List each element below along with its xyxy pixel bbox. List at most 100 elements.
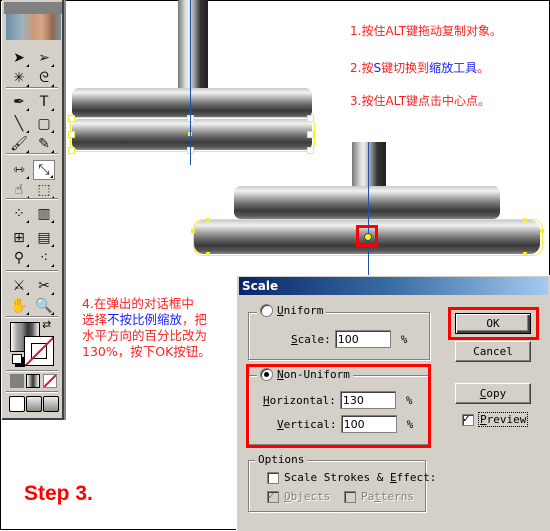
selection-handle[interactable] bbox=[191, 229, 195, 233]
instruction-step-1: 1.按住ALT键拖动复制对象。 bbox=[350, 24, 503, 38]
column-graph-icon: ▥ bbox=[37, 206, 51, 222]
selection-handle[interactable] bbox=[540, 229, 544, 233]
objects-check[interactable] bbox=[267, 489, 279, 503]
blend-tool[interactable]: ⁖ bbox=[33, 248, 55, 268]
selection-handle[interactable] bbox=[68, 115, 75, 122]
scale-unit: % bbox=[400, 332, 408, 346]
dialog-title-bar[interactable]: Scale bbox=[239, 277, 548, 295]
reflect-icon: ⇿ bbox=[13, 162, 25, 178]
zoom-tool[interactable]: 🔍 bbox=[33, 296, 55, 316]
warp-icon: ☝ bbox=[14, 182, 24, 198]
hand-tool[interactable]: ✋ bbox=[8, 296, 30, 316]
pencil-icon: ✎ bbox=[38, 136, 50, 152]
pen-icon: ✒ bbox=[13, 94, 25, 110]
selection-handle[interactable] bbox=[206, 218, 210, 222]
warp-tool[interactable]: ☝ bbox=[8, 180, 30, 200]
blend-icon: ⁖ bbox=[39, 250, 49, 266]
preview-check[interactable] bbox=[462, 412, 474, 426]
scale-input[interactable]: 100 bbox=[334, 330, 391, 348]
lasso-tool[interactable]: ᘓ bbox=[33, 68, 55, 88]
standard-screen-mode-button[interactable] bbox=[9, 396, 25, 412]
magic-wand-tool[interactable]: ✳ bbox=[8, 68, 30, 88]
selection-handle[interactable] bbox=[68, 131, 75, 138]
scale-strokes-check[interactable] bbox=[267, 471, 279, 484]
scale-strokes-checkbox[interactable]: Scale Strokes & Effect: bbox=[267, 471, 436, 484]
type-tool[interactable]: T bbox=[33, 92, 55, 112]
tool-flyout-indicator bbox=[51, 312, 54, 315]
upper-bar-second[interactable] bbox=[234, 186, 500, 219]
mesh-tool[interactable]: ⊞ bbox=[8, 228, 30, 248]
tool-flyout-indicator bbox=[51, 292, 54, 295]
cancel-button[interactable]: Cancel bbox=[455, 341, 531, 362]
vertical-pipe-second bbox=[352, 142, 386, 188]
stroke-swatch[interactable] bbox=[24, 336, 54, 366]
selection-handle[interactable] bbox=[206, 252, 210, 256]
full-screen-mode-button[interactable] bbox=[43, 396, 59, 412]
type-icon: T bbox=[39, 94, 49, 110]
paintbrush-tool[interactable]: 🖌 bbox=[8, 134, 30, 154]
instruction-step-3: 3.按住ALT键点击中心点。 bbox=[350, 94, 491, 108]
pencil-tool[interactable]: ✎ bbox=[33, 134, 55, 154]
toolbox-divider bbox=[6, 87, 58, 89]
scale-tool[interactable]: ⤡ bbox=[33, 160, 55, 180]
tool-flyout-indicator bbox=[26, 176, 29, 179]
column-graph-tool[interactable]: ▥ bbox=[33, 204, 55, 224]
scale-origin-point[interactable] bbox=[364, 233, 372, 241]
full-screen-menu-mode-button[interactable] bbox=[26, 396, 42, 412]
tool-flyout-indicator bbox=[26, 292, 29, 295]
gradient-mode-button[interactable] bbox=[26, 374, 40, 388]
swap-fill-stroke-icon[interactable]: ⇄ bbox=[42, 318, 51, 331]
non-uniform-highlight bbox=[246, 364, 431, 448]
uniform-radio-button[interactable] bbox=[260, 304, 273, 317]
vertical-pipe-top bbox=[178, 0, 208, 88]
symbol-sprayer-icon: ⁘ bbox=[13, 206, 25, 222]
tool-flyout-indicator bbox=[51, 264, 54, 267]
rounded-rectangle-icon: ▢ bbox=[37, 116, 51, 132]
symbol-sprayer-tool[interactable]: ⁘ bbox=[8, 204, 30, 224]
tool-flyout-indicator bbox=[51, 220, 54, 223]
scissors-icon: ✂ bbox=[38, 278, 50, 294]
copy-button[interactable]: Copy bbox=[455, 383, 531, 404]
tool-flyout-indicator bbox=[26, 244, 29, 247]
tool-flyout-indicator bbox=[26, 130, 29, 133]
selection-handle[interactable] bbox=[307, 115, 314, 122]
lasso-icon: ᘓ bbox=[39, 70, 49, 86]
scale-field-row: Scale: 100 % bbox=[291, 330, 407, 348]
preview-checkbox[interactable]: Preview bbox=[462, 412, 529, 427]
scissors-tool[interactable]: ✂ bbox=[33, 276, 55, 296]
free-transform-tool[interactable]: ⬚ bbox=[33, 180, 55, 200]
pen-tool[interactable]: ✒ bbox=[8, 92, 30, 112]
eyedropper-tool[interactable]: ⚲ bbox=[8, 248, 30, 268]
free-transform-icon: ⬚ bbox=[37, 182, 51, 198]
toolbox-divider bbox=[6, 153, 58, 155]
horizontal-bar-original[interactable] bbox=[72, 88, 312, 118]
selection-handle[interactable] bbox=[307, 131, 314, 138]
reflect-tool[interactable]: ⇿ bbox=[8, 160, 30, 180]
uniform-radio[interactable]: Uniform bbox=[257, 304, 327, 317]
direct-selection-tool[interactable]: ➢ bbox=[33, 48, 55, 68]
tools-panel-title-bar[interactable] bbox=[4, 2, 62, 14]
toolbox-divider bbox=[6, 391, 58, 393]
rounded-rectangle-tool[interactable]: ▢ bbox=[33, 114, 55, 134]
selection-tool[interactable]: ➤ bbox=[8, 48, 30, 68]
selection-handle[interactable] bbox=[523, 218, 527, 222]
slice-icon: ⚔ bbox=[12, 278, 26, 294]
selection-handle[interactable] bbox=[523, 252, 527, 256]
selection-handle[interactable] bbox=[68, 147, 75, 154]
selection-handle[interactable] bbox=[307, 147, 314, 154]
instruction-step-4: 4.在弹出的对话框中 选择不按比例缩放，把 水平方向的百分比改为 130%，按下… bbox=[82, 296, 211, 359]
tool-flyout-indicator bbox=[26, 64, 29, 67]
line-tool[interactable]: ╲ bbox=[8, 114, 30, 134]
tool-flyout-indicator bbox=[51, 108, 54, 111]
toolbox-divider bbox=[6, 270, 58, 272]
toolbox-divider bbox=[6, 370, 58, 372]
objects-checkbox[interactable]: Objects bbox=[267, 489, 330, 503]
none-mode-button[interactable] bbox=[43, 374, 57, 388]
patterns-checkbox[interactable]: Patterns bbox=[344, 490, 414, 503]
slice-tool[interactable]: ⚔ bbox=[8, 276, 30, 296]
color-mode-button[interactable] bbox=[10, 374, 24, 388]
patterns-check[interactable] bbox=[344, 490, 356, 503]
scale-icon: ⤡ bbox=[38, 162, 50, 178]
default-colors-icon[interactable] bbox=[12, 354, 22, 364]
gradient-tool[interactable]: ▤ bbox=[33, 228, 55, 248]
